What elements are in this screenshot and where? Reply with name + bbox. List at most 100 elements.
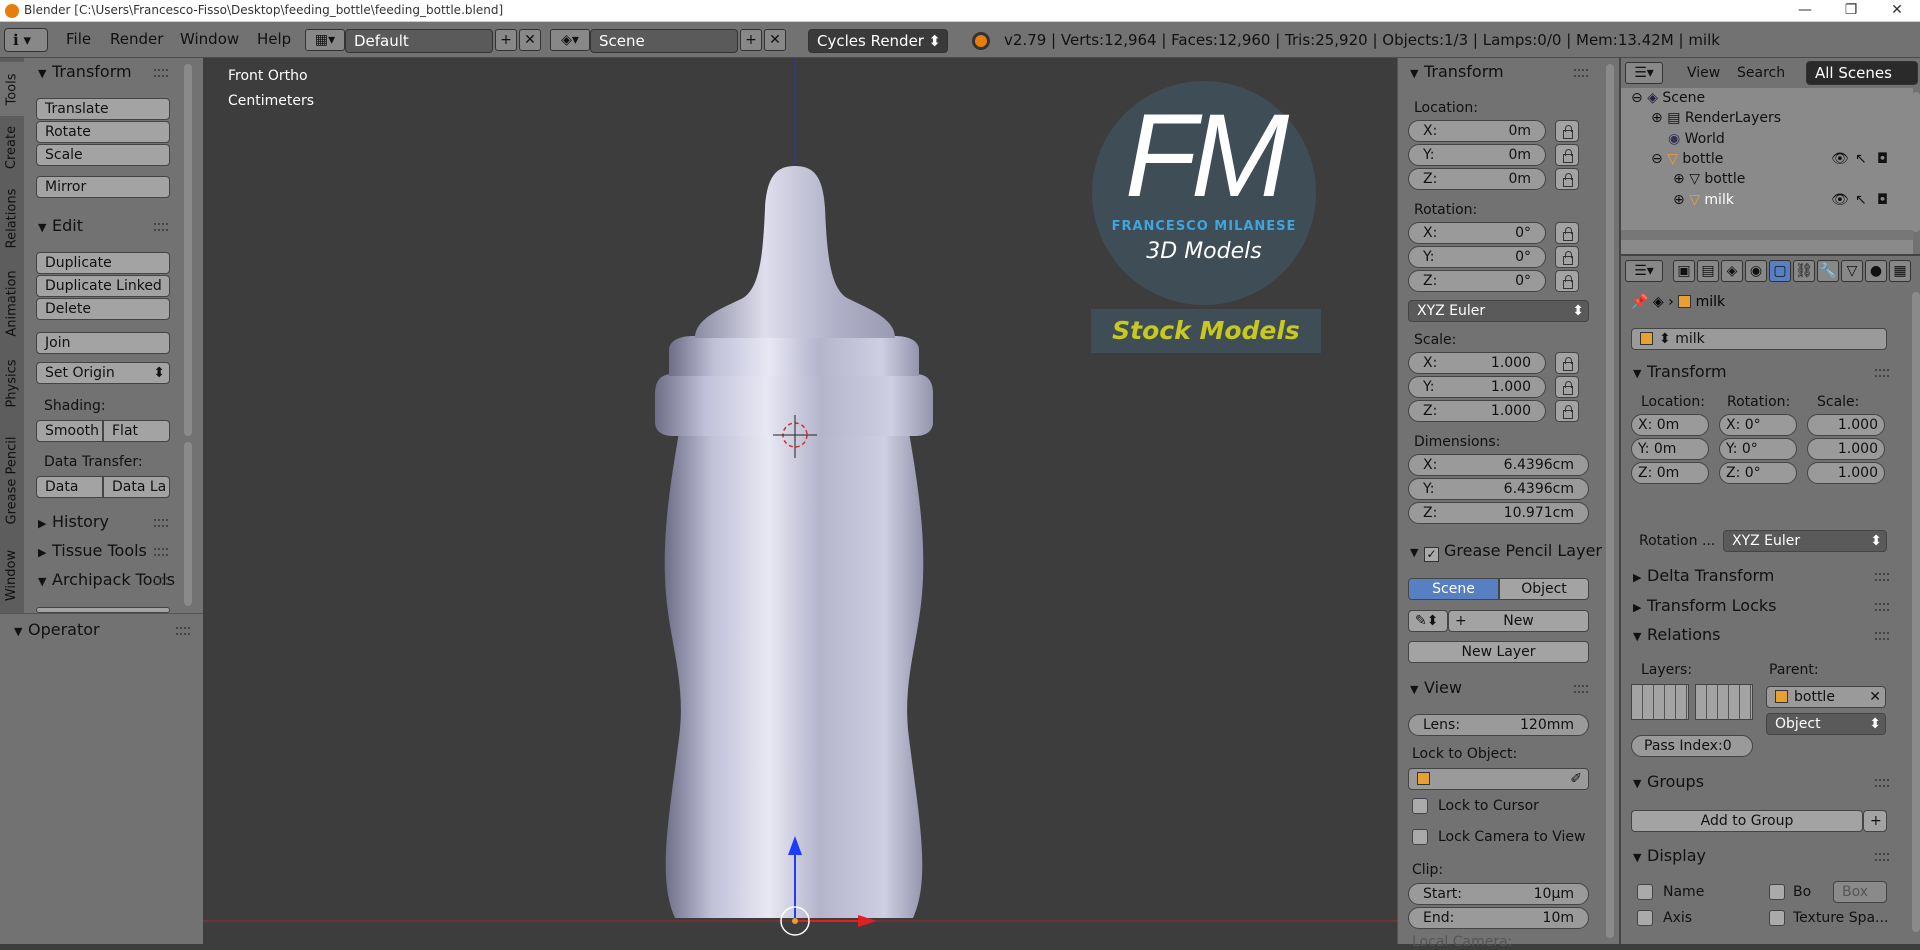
set-origin-dropdown[interactable]: Set Origin ⬍ [36,362,170,384]
menu-render[interactable]: Render [110,30,163,48]
data-layout-transfer-button[interactable]: Data La [103,476,170,498]
props-rotation-mode-dropdown[interactable]: XYZ Euler ⬍ [1723,530,1887,552]
render-layers-tab-icon[interactable]: ▤ [1697,260,1719,282]
remove-scene-button[interactable]: ✕ [764,29,786,51]
eyedropper-icon[interactable]: ✐ [1570,769,1582,789]
bottle-tree-item[interactable]: ⊖ ▽ bottle [1651,151,1723,167]
data-transfer-button[interactable]: Data [36,476,103,498]
grease-pencil-layer-header[interactable]: ▼ ✓ Grease Pencil Layer [1410,541,1606,562]
panel-grip-icon[interactable] [1574,685,1588,693]
texture-tab-icon[interactable]: ▦ [1889,260,1911,282]
smooth-button[interactable]: Smooth [36,420,103,442]
constraints-tab-icon[interactable]: ⛓ [1793,260,1815,282]
add-layout-button[interactable]: + [495,29,517,51]
3d-viewport[interactable]: Front Ortho Centimeters FM FRANCESCO MIL… [203,58,1397,944]
tab-animation[interactable]: Animation [0,260,24,346]
panel-grip-icon[interactable] [1875,573,1889,581]
tool-shelf-scrollbar[interactable] [184,64,192,436]
lock-object-field[interactable]: ✐ [1408,768,1589,790]
gp-scene-tab[interactable]: Scene [1408,578,1499,600]
panel-grip-icon[interactable] [1574,69,1588,77]
screen-layout-dropdown[interactable]: Default [345,29,493,53]
tissue-tools-header[interactable]: ▶ Tissue Tools [38,541,147,560]
panel-grip-icon[interactable] [1875,853,1889,861]
lock-icon[interactable] [1555,144,1579,166]
lock-camera-checkbox[interactable] [1412,829,1428,845]
lock-icon[interactable] [1555,246,1579,268]
rotation-y-field[interactable]: Y: 0° [1408,246,1546,268]
panel-grip-icon[interactable] [154,548,168,556]
scene-icon[interactable]: ◈▾ [550,29,590,51]
lock-icon[interactable] [1555,400,1579,422]
world-tab-icon[interactable]: ◉ [1745,260,1767,282]
operator-panel-header[interactable]: ▼ Operator [14,620,100,639]
bottle-mesh-tree-item[interactable]: ⊕ ▽ bottle [1673,171,1745,187]
props-rotation-x[interactable]: X: 0° [1719,414,1797,436]
outliner-search-menu[interactable]: Search [1737,65,1785,81]
delete-button[interactable]: Delete [36,298,170,320]
join-button[interactable]: Join [36,332,170,354]
display-header[interactable]: ▼ Display [1633,846,1706,865]
scene-tree-item[interactable]: ⊖ ◈ Scene [1631,90,1705,106]
transform-panel-header[interactable]: ▼ Transform [38,62,132,81]
props-scale-x[interactable]: 1.000 [1807,414,1885,436]
panel-grip-icon[interactable] [154,577,168,585]
tab-window[interactable]: Window [0,542,24,608]
lock-icon[interactable] [1555,270,1579,292]
view-panel-header[interactable]: ▼ View [1410,678,1462,697]
tab-create[interactable]: Create [0,118,24,176]
lock-icon[interactable] [1555,352,1579,374]
props-location-y[interactable]: Y: 0m [1631,438,1709,460]
data-tab-icon[interactable]: ▽ [1841,260,1863,282]
menu-window[interactable]: Window [180,30,239,48]
milk-tree-item[interactable]: ⊕ ▽ milk [1673,192,1734,208]
render-camera-icon[interactable]: ◘ [1877,192,1888,208]
panel-grip-icon[interactable] [154,69,168,77]
props-scale-y[interactable]: 1.000 [1807,438,1885,460]
n-panel-scrollbar[interactable] [1606,64,1614,938]
panel-grip-icon[interactable] [154,519,168,527]
transform-locks-header[interactable]: ▶ Transform Locks [1633,596,1777,615]
properties-editor-type[interactable]: ☰▾ [1625,260,1663,282]
select-arrow-icon[interactable]: ↖ [1855,192,1867,208]
lock-to-cursor-checkbox[interactable] [1412,798,1428,814]
outliner-editor-type[interactable]: ☰▾ [1625,62,1663,84]
bounds-type-dropdown[interactable]: Box [1833,881,1887,903]
pass-index-field[interactable]: Pass Index:0 [1631,735,1753,757]
panel-grip-icon[interactable] [176,627,190,635]
add-group-plus-icon[interactable]: + [1863,810,1887,832]
tab-grease-pencil[interactable]: Grease Pencil [0,420,24,540]
panel-grip-icon[interactable] [1875,369,1889,377]
minimize-button[interactable]: — [1782,0,1828,22]
location-z-field[interactable]: Z: 0m [1408,168,1546,190]
scale-button[interactable]: Scale [36,144,170,166]
editor-type-selector[interactable]: ℹ ▾ [4,28,48,52]
display-texture-space-checkbox[interactable] [1769,910,1785,926]
lock-icon[interactable] [1555,376,1579,398]
delta-transform-header[interactable]: ▶ Delta Transform [1633,566,1774,585]
screen-layout-icon[interactable]: ▦▾ [305,29,345,51]
parent-type-dropdown[interactable]: Object ⬍ [1766,713,1886,735]
menu-help[interactable]: Help [257,30,291,48]
render-camera-icon[interactable]: ◘ [1877,151,1888,167]
tab-relations[interactable]: Relations [0,178,24,258]
visibility-eye-icon[interactable]: 👁 [1831,192,1849,208]
gp-new-button[interactable]: + New [1448,610,1589,632]
scene-tab-icon[interactable]: ◈ [1721,260,1743,282]
layers-grid-2[interactable] [1695,684,1753,720]
n-transform-header[interactable]: ▼ Transform [1410,62,1504,81]
dimension-y-field[interactable]: Y: 6.4396cm [1408,478,1589,500]
dimension-x-field[interactable]: X: 6.4396cm [1408,454,1589,476]
scale-y-field[interactable]: Y: 1.000 [1408,376,1546,398]
props-location-z[interactable]: Z: 0m [1631,462,1709,484]
rotation-x-field[interactable]: X: 0° [1408,222,1546,244]
lens-field[interactable]: Lens: 120mm [1408,714,1589,736]
modifiers-tab-icon[interactable]: 🔧 [1817,260,1839,282]
material-tab-icon[interactable]: ● [1865,260,1887,282]
parent-field[interactable]: bottle ✕ [1766,686,1886,708]
rotation-z-field[interactable]: Z: 0° [1408,270,1546,292]
lock-icon[interactable] [1555,168,1579,190]
properties-scrollbar[interactable] [1912,292,1920,932]
relations-header[interactable]: ▼ Relations [1633,625,1720,644]
rotate-button[interactable]: Rotate [36,121,170,143]
